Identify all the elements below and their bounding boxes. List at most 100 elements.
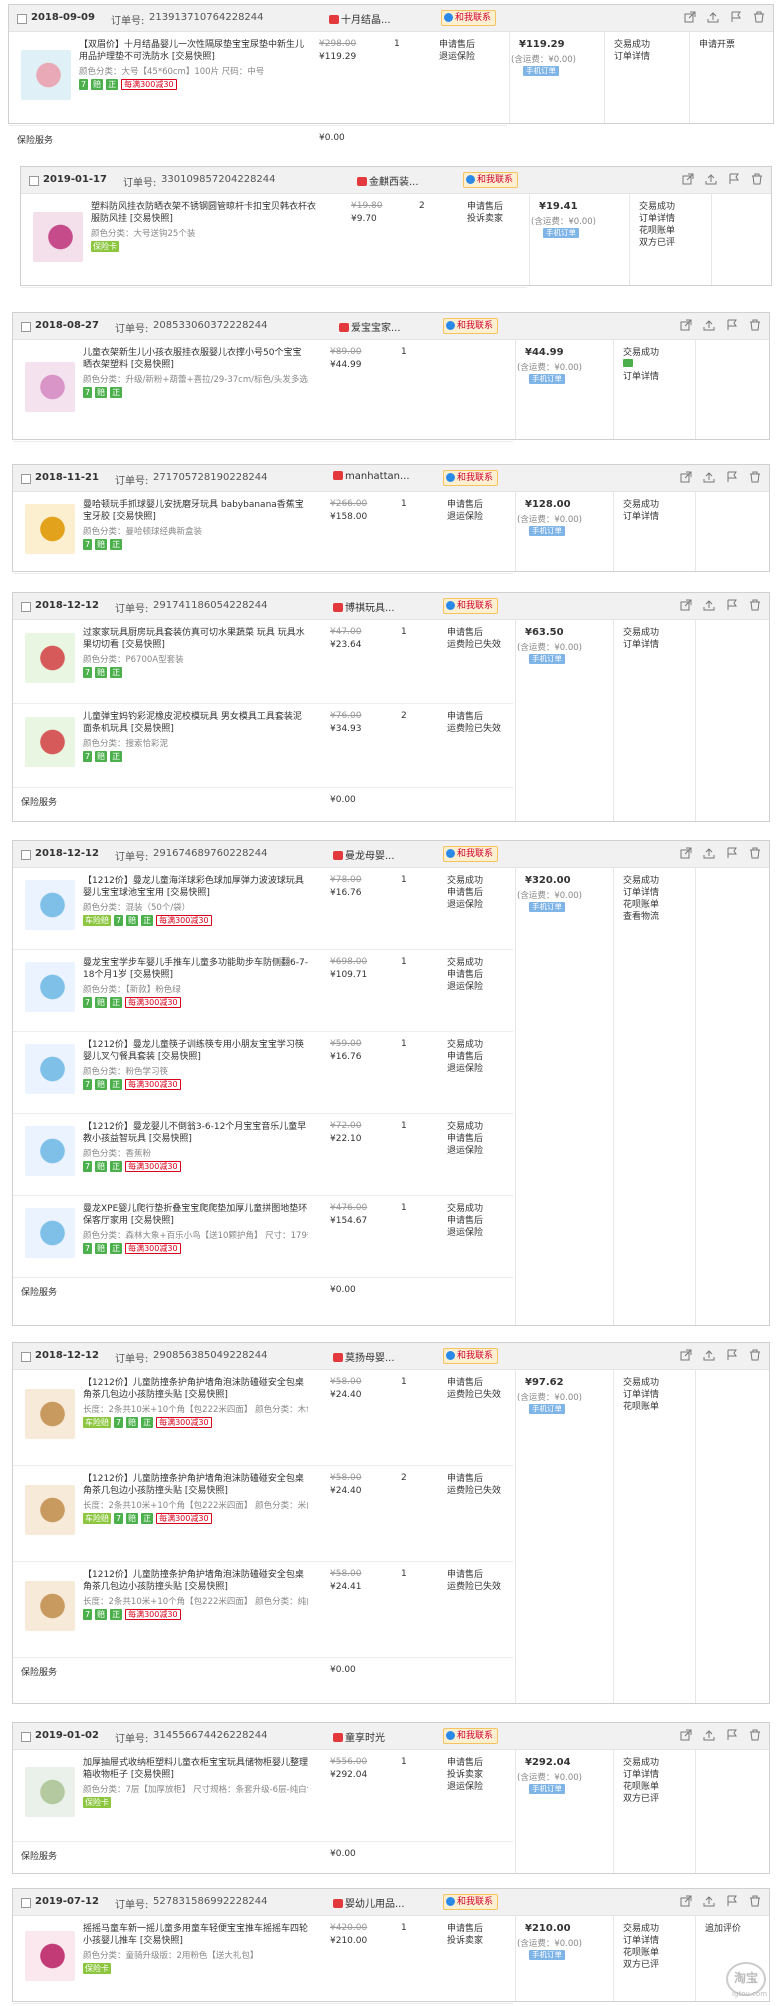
after-sale-link[interactable]: 交易成功 xyxy=(447,1121,483,1133)
order-link[interactable]: 双方已评 xyxy=(623,1793,659,1805)
after-sale-link[interactable]: 申请售后 xyxy=(447,627,483,639)
trash-icon[interactable] xyxy=(751,173,763,185)
trash-icon[interactable] xyxy=(749,1729,761,1741)
product-title-link[interactable]: 【1212价】儿童防撞条护角护墙角泡沫防磕碰安全包桌角茶几包边小孩防撞头贴 [交… xyxy=(83,1569,308,1593)
product-thumbnail[interactable] xyxy=(25,633,75,683)
order-link[interactable]: 订单详情 xyxy=(614,51,650,63)
flag-icon[interactable] xyxy=(726,1349,738,1361)
trash-icon[interactable] xyxy=(749,1895,761,1907)
upload-icon[interactable] xyxy=(703,1349,715,1361)
product-thumbnail[interactable] xyxy=(25,504,75,554)
after-sale-link[interactable]: 交易成功 xyxy=(447,957,483,969)
product-title-link[interactable]: 儿童衣架新生儿小孩衣服挂衣服婴儿衣撑小号50个宝宝晒衣架塑料 [交易快照] xyxy=(83,347,308,371)
trash-icon[interactable] xyxy=(749,1349,761,1361)
flag-icon[interactable] xyxy=(726,1729,738,1741)
order-checkbox[interactable] xyxy=(17,14,27,24)
after-sale-link[interactable]: 申请售后 xyxy=(447,1569,483,1581)
contact-seller-button[interactable]: 和我联系 xyxy=(463,172,519,188)
after-sale-link[interactable]: 申请售后 xyxy=(447,1923,483,1935)
order-link[interactable]: 订单详情 xyxy=(623,1935,659,1947)
shop-name-link[interactable]: manhattan... xyxy=(333,471,410,482)
product-title-link[interactable]: 曼哈顿玩手抓球婴儿安抚磨牙玩具 babybanana香蕉宝宝牙胶 [交易快照] xyxy=(83,499,308,523)
share-icon[interactable] xyxy=(680,599,692,611)
upload-icon[interactable] xyxy=(703,1895,715,1907)
share-icon[interactable] xyxy=(682,173,694,185)
product-title-link[interactable]: 【双眉价】十月结晶婴儿一次性隔尿垫宝宝尿垫中新生儿用品护理垫不可洗防水 [交易快… xyxy=(79,39,304,63)
share-icon[interactable] xyxy=(680,847,692,859)
product-thumbnail[interactable] xyxy=(25,1767,75,1817)
order-link[interactable] xyxy=(623,359,633,371)
after-sale-link[interactable]: 退运保险 xyxy=(439,51,475,63)
flag-icon[interactable] xyxy=(726,471,738,483)
after-sale-link[interactable]: 申请售后 xyxy=(447,1757,483,1769)
share-icon[interactable] xyxy=(680,1895,692,1907)
order-checkbox[interactable] xyxy=(21,322,31,332)
contact-seller-button[interactable]: 和我联系 xyxy=(443,1348,499,1364)
order-link[interactable]: 查看物流 xyxy=(623,911,659,923)
order-checkbox[interactable] xyxy=(21,1732,31,1742)
upload-icon[interactable] xyxy=(705,173,717,185)
order-link[interactable]: 花呗账单 xyxy=(623,1781,659,1793)
trash-icon[interactable] xyxy=(753,11,765,23)
after-sale-link[interactable]: 申请售后 xyxy=(447,499,483,511)
after-sale-link[interactable]: 投诉卖家 xyxy=(467,213,503,225)
after-sale-link[interactable]: 申请售后 xyxy=(447,887,483,899)
after-sale-link[interactable]: 退运保险 xyxy=(447,1227,483,1239)
product-title-link[interactable]: 【1212价】儿童防撞条护角护墙角泡沫防磕碰安全包桌角茶几包边小孩防撞头贴 [交… xyxy=(83,1377,308,1401)
contact-seller-button[interactable]: 和我联系 xyxy=(443,1728,499,1744)
share-icon[interactable] xyxy=(680,1729,692,1741)
after-sale-link[interactable]: 申请售后 xyxy=(447,1051,483,1063)
product-title-link[interactable]: 曼龙宝宝学步车婴儿手推车儿童多功能助步车防侧翻6-7-18个月1岁 [交易快照] xyxy=(83,957,308,981)
contact-seller-button[interactable]: 和我联系 xyxy=(443,1894,499,1910)
upload-icon[interactable] xyxy=(703,471,715,483)
after-sale-link[interactable]: 交易成功 xyxy=(447,875,483,887)
order-link[interactable]: 订单详情 xyxy=(623,371,659,383)
shop-name-link[interactable]: 十月结晶... xyxy=(329,11,391,26)
flag-icon[interactable] xyxy=(728,173,740,185)
after-sale-link[interactable]: 退运保险 xyxy=(447,981,483,993)
after-sale-link[interactable]: 申请售后 xyxy=(447,1377,483,1389)
flag-icon[interactable] xyxy=(726,847,738,859)
product-thumbnail[interactable] xyxy=(25,1208,75,1258)
product-title-link[interactable]: 加厚抽屉式收纳柜塑料儿童衣柜宝宝玩具储物柜婴儿整理箱收物柜子 [交易快照] xyxy=(83,1757,308,1781)
trash-icon[interactable] xyxy=(749,847,761,859)
order-link[interactable]: 花呗账单 xyxy=(639,225,675,237)
product-title-link[interactable]: 塑料防风挂衣防晒衣架不锈钢圆管晾杆卡扣宝贝韩衣杆衣服防风挂 [交易快照] xyxy=(91,201,316,225)
share-icon[interactable] xyxy=(680,471,692,483)
shop-name-link[interactable]: 曼龙母婴... xyxy=(333,847,395,862)
after-sale-link[interactable]: 交易成功 xyxy=(447,1039,483,1051)
message-icon[interactable] xyxy=(623,359,633,367)
upload-icon[interactable] xyxy=(703,319,715,331)
product-thumbnail[interactable] xyxy=(25,1581,75,1631)
upload-icon[interactable] xyxy=(703,1729,715,1741)
product-thumbnail[interactable] xyxy=(25,717,75,767)
order-checkbox[interactable] xyxy=(21,1352,31,1362)
product-thumbnail[interactable] xyxy=(25,1931,75,1981)
product-title-link[interactable]: 【1212价】曼龙婴儿不倒翁3-6-12个月宝宝音乐儿童早教小孩益智玩具 [交易… xyxy=(83,1121,308,1145)
after-sale-link[interactable]: 运费险已失效 xyxy=(447,1581,501,1593)
product-thumbnail[interactable] xyxy=(25,1044,75,1094)
upload-icon[interactable] xyxy=(703,847,715,859)
contact-seller-button[interactable]: 和我联系 xyxy=(441,10,497,26)
after-sale-link[interactable]: 运费险已失效 xyxy=(447,639,501,651)
order-action-link[interactable]: 追加评价 xyxy=(705,1923,741,1935)
shop-name-link[interactable]: 婴幼儿用品... xyxy=(333,1895,405,1910)
trash-icon[interactable] xyxy=(749,599,761,611)
after-sale-link[interactable]: 退运保险 xyxy=(447,1781,483,1793)
after-sale-link[interactable]: 申请售后 xyxy=(439,39,475,51)
order-checkbox[interactable] xyxy=(21,474,31,484)
shop-name-link[interactable]: 童享时光 xyxy=(333,1729,385,1744)
contact-seller-button[interactable]: 和我联系 xyxy=(443,318,499,334)
contact-seller-button[interactable]: 和我联系 xyxy=(443,846,499,862)
product-thumbnail[interactable] xyxy=(25,1126,75,1176)
order-link[interactable]: 订单详情 xyxy=(623,639,659,651)
after-sale-link[interactable]: 申请售后 xyxy=(447,1215,483,1227)
after-sale-link[interactable]: 申请售后 xyxy=(447,1473,483,1485)
order-action-link[interactable]: 申请开票 xyxy=(699,39,735,51)
share-icon[interactable] xyxy=(680,1349,692,1361)
product-title-link[interactable]: 摇摇马童车新一摇儿童多用童车轻便宝宝推车摇摇车四轮小孩婴儿推车 [交易快照] xyxy=(83,1923,308,1947)
product-thumbnail[interactable] xyxy=(25,962,75,1012)
upload-icon[interactable] xyxy=(707,11,719,23)
shop-name-link[interactable]: 莫扬母婴... xyxy=(333,1349,395,1364)
after-sale-link[interactable]: 退运保险 xyxy=(447,1145,483,1157)
